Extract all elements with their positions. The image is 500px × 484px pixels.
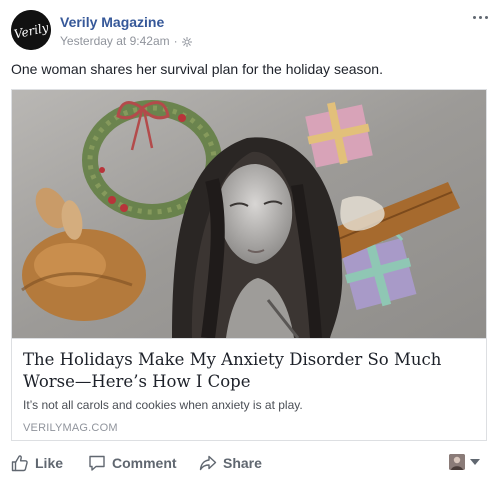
more-dot xyxy=(478,15,482,19)
share-label: Share xyxy=(223,455,262,471)
more-dot xyxy=(472,15,476,19)
article-title[interactable]: The Holidays Make My Anxiety Disorder So… xyxy=(23,349,479,393)
article-image[interactable] xyxy=(12,90,486,338)
thumbs-up-icon xyxy=(11,455,28,472)
link-preview-body[interactable]: The Holidays Make My Anxiety Disorder So… xyxy=(12,338,486,440)
post-header: Verily Verily Magazine Yesterday at 9:42… xyxy=(11,8,491,52)
feed-post: Verily Verily Magazine Yesterday at 9:42… xyxy=(0,0,500,484)
comment-label: Comment xyxy=(112,455,177,471)
article-description: It’s not all carols and cookies when anx… xyxy=(23,398,303,412)
article-domain: VERILYMAG.COM xyxy=(23,422,118,434)
post-timestamp[interactable]: Yesterday at 9:42am xyxy=(60,34,170,48)
post-message: One woman shares her survival plan for t… xyxy=(11,61,383,77)
comment-button[interactable]: Comment xyxy=(88,452,177,474)
article-illustration xyxy=(12,90,486,338)
like-label: Like xyxy=(35,455,64,471)
like-button[interactable]: Like xyxy=(11,452,63,474)
globe-icon[interactable] xyxy=(181,36,192,47)
caret-down-icon xyxy=(470,459,480,465)
comment-bubble-icon xyxy=(89,455,105,471)
post-as-selector[interactable] xyxy=(449,454,480,470)
more-dot xyxy=(484,15,488,19)
link-preview-card[interactable]: The Holidays Make My Anxiety Disorder So… xyxy=(11,89,487,441)
post-actions-bar: Like Comment Share xyxy=(0,446,500,480)
page-avatar[interactable]: Verily xyxy=(11,10,51,50)
meta-separator: · xyxy=(173,34,178,48)
share-arrow-icon xyxy=(199,455,217,471)
more-options-icon[interactable] xyxy=(471,12,489,22)
share-button[interactable]: Share xyxy=(199,452,262,474)
user-avatar xyxy=(449,454,465,470)
page-name-link[interactable]: Verily Magazine xyxy=(60,14,164,30)
verily-logo: Verily xyxy=(11,10,51,50)
post-meta: Yesterday at 9:42am · xyxy=(60,34,192,48)
